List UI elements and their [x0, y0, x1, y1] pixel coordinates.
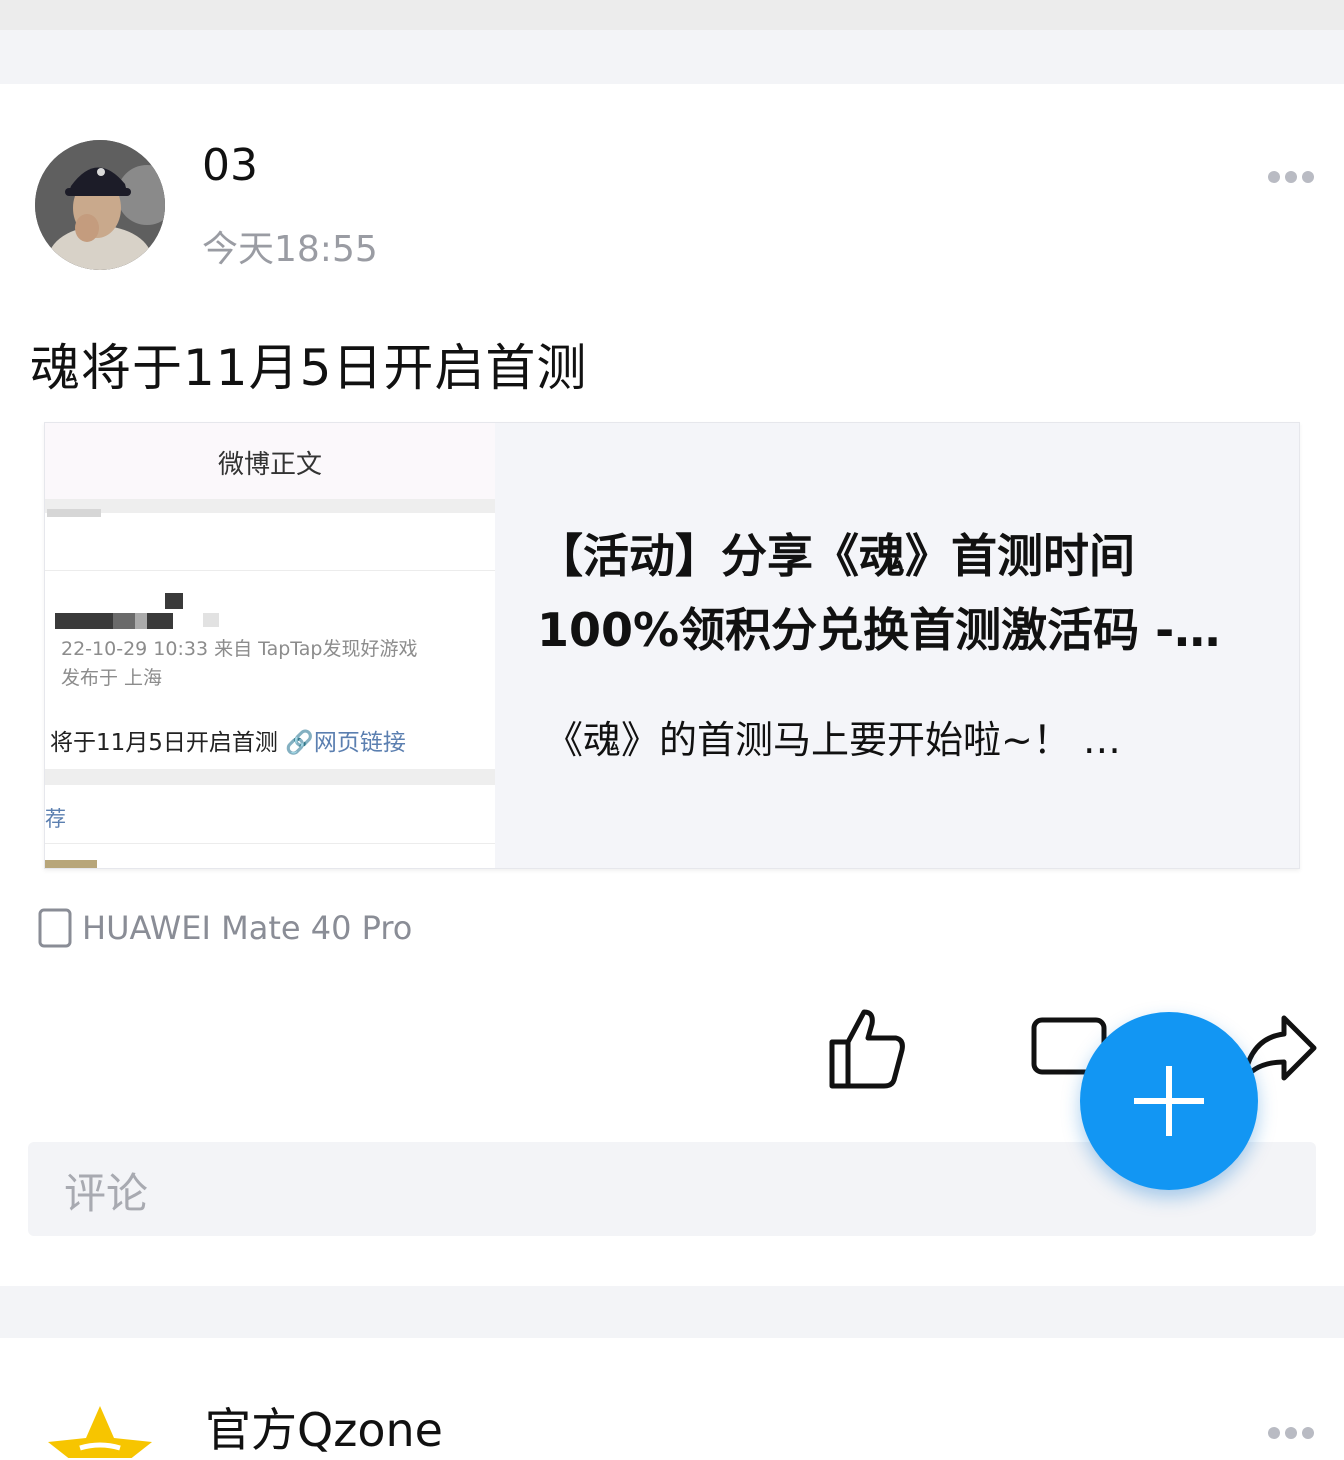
- divider: [45, 769, 495, 785]
- thumbs-up-icon[interactable]: [828, 1006, 908, 1090]
- divider: [45, 499, 495, 513]
- avatar-image: [35, 140, 165, 270]
- next-post-username[interactable]: 官方Qzone: [205, 1394, 443, 1460]
- thumbnail-text: 将于11月5日开启首测: [50, 730, 286, 756]
- more-dots-icon[interactable]: [1268, 168, 1320, 190]
- qzone-star-logo[interactable]: [40, 1402, 160, 1458]
- thumbnail-header: 微博正文: [45, 423, 495, 499]
- blurred-name: [135, 613, 147, 629]
- blurred-name: [165, 593, 183, 609]
- thumbnail-meta-line: 发布于 上海: [61, 667, 163, 689]
- blurred-content: [47, 509, 101, 517]
- avatar[interactable]: [35, 140, 165, 270]
- device-source: HUAWEI Mate 40 Pro: [38, 906, 412, 950]
- blurred-name: [147, 613, 173, 629]
- device-name: HUAWEI Mate 40 Pro: [82, 909, 413, 947]
- thumbnail-main-text: 将于11月5日开启首测 🔗网页链接: [50, 723, 406, 757]
- status-bar-area: [0, 0, 1344, 30]
- blurred-name: [113, 613, 135, 629]
- link-card-title-line: 【活动】分享《魂》首测时间: [537, 529, 1135, 583]
- post-username[interactable]: 03: [202, 140, 258, 191]
- post-time: 今天18:55: [202, 229, 378, 270]
- blurred-name: [203, 613, 219, 627]
- plus-icon: [1134, 1066, 1204, 1136]
- thumbnail-recommend: 荐: [45, 807, 66, 831]
- post-text: 魂将于11月5日开启首测: [30, 339, 588, 397]
- create-post-button[interactable]: [1080, 1012, 1258, 1190]
- link-card-title: 【活动】分享《魂》首测时间 100%领积分兑换首测激活码 -…: [537, 519, 1277, 667]
- more-dots-icon[interactable]: [1268, 1424, 1320, 1446]
- thumbnail-meta-line: 22-10-29 10:33 来自 TapTap发现好游戏: [61, 638, 418, 660]
- link-card-thumbnail: 微博正文 22-10-29 10:33 来自 TapTap发现好游戏 发布于 上…: [45, 423, 495, 868]
- thumbnail-link: 🔗网页链接: [285, 730, 406, 756]
- divider: [45, 570, 495, 571]
- feed-separator: [0, 30, 1344, 84]
- thumbnail-meta: 22-10-29 10:33 来自 TapTap发现好游戏 发布于 上海: [61, 635, 417, 693]
- thumbnail-image: [45, 860, 97, 868]
- link-card-description: 《魂》的首测马上要开始啦~！ …: [545, 718, 1121, 762]
- link-card[interactable]: 微博正文 22-10-29 10:33 来自 TapTap发现好游戏 发布于 上…: [44, 422, 1300, 869]
- phone-icon: [38, 908, 72, 948]
- comment-placeholder: 评论: [64, 1169, 149, 1218]
- link-card-title-line: 100%领积分兑换首测激活码 -…: [537, 603, 1221, 657]
- feed-separator: [0, 1286, 1344, 1338]
- blurred-name: [55, 613, 113, 629]
- divider: [45, 843, 495, 844]
